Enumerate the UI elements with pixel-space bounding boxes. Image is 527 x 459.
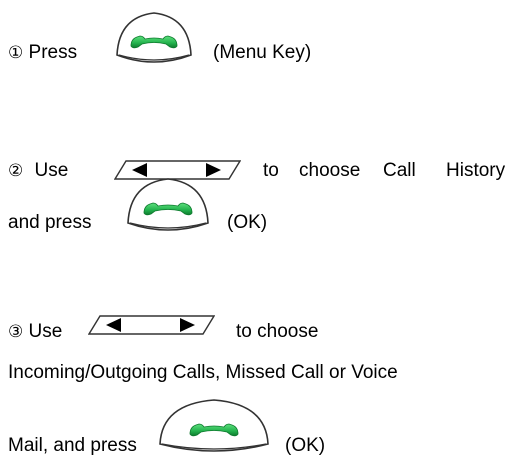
step-2-to-text: to [263,160,279,181]
step-1-number: ① [8,43,24,63]
step-3-ok-label: (OK) [285,435,326,456]
menu-key-icon [113,9,195,69]
step-3-line-2: Incoming/Outgoing Calls, Missed Call or … [8,362,398,383]
step-3-to-choose-text: to choose [236,321,319,342]
step-1-press-text: Press [28,42,78,63]
step-3-line-1: ③ Use [8,321,62,343]
step-1-menu-key-label: (Menu Key) [213,42,312,63]
step-2-choose-text: choose [299,160,361,181]
step-2-use-text: Use [34,160,69,181]
step-2-line-1: ② Use [8,160,68,182]
step-2-history-text: History [446,160,506,181]
step-1-line: ① Press [8,42,77,64]
step-2-ok-label: (OK) [227,212,268,233]
step-3-number: ③ [8,322,24,342]
step-3-use-text: Use [28,321,63,342]
ok-key-icon-2 [156,396,272,458]
nav-key-icon-2 [88,315,215,335]
step-2-number: ② [8,161,24,181]
step-2-and-press-text: and press [8,212,92,233]
ok-key-icon [124,175,212,237]
step-3-mail-press-text: Mail, and press [8,435,137,456]
step-2-call-text: Call [383,160,416,181]
